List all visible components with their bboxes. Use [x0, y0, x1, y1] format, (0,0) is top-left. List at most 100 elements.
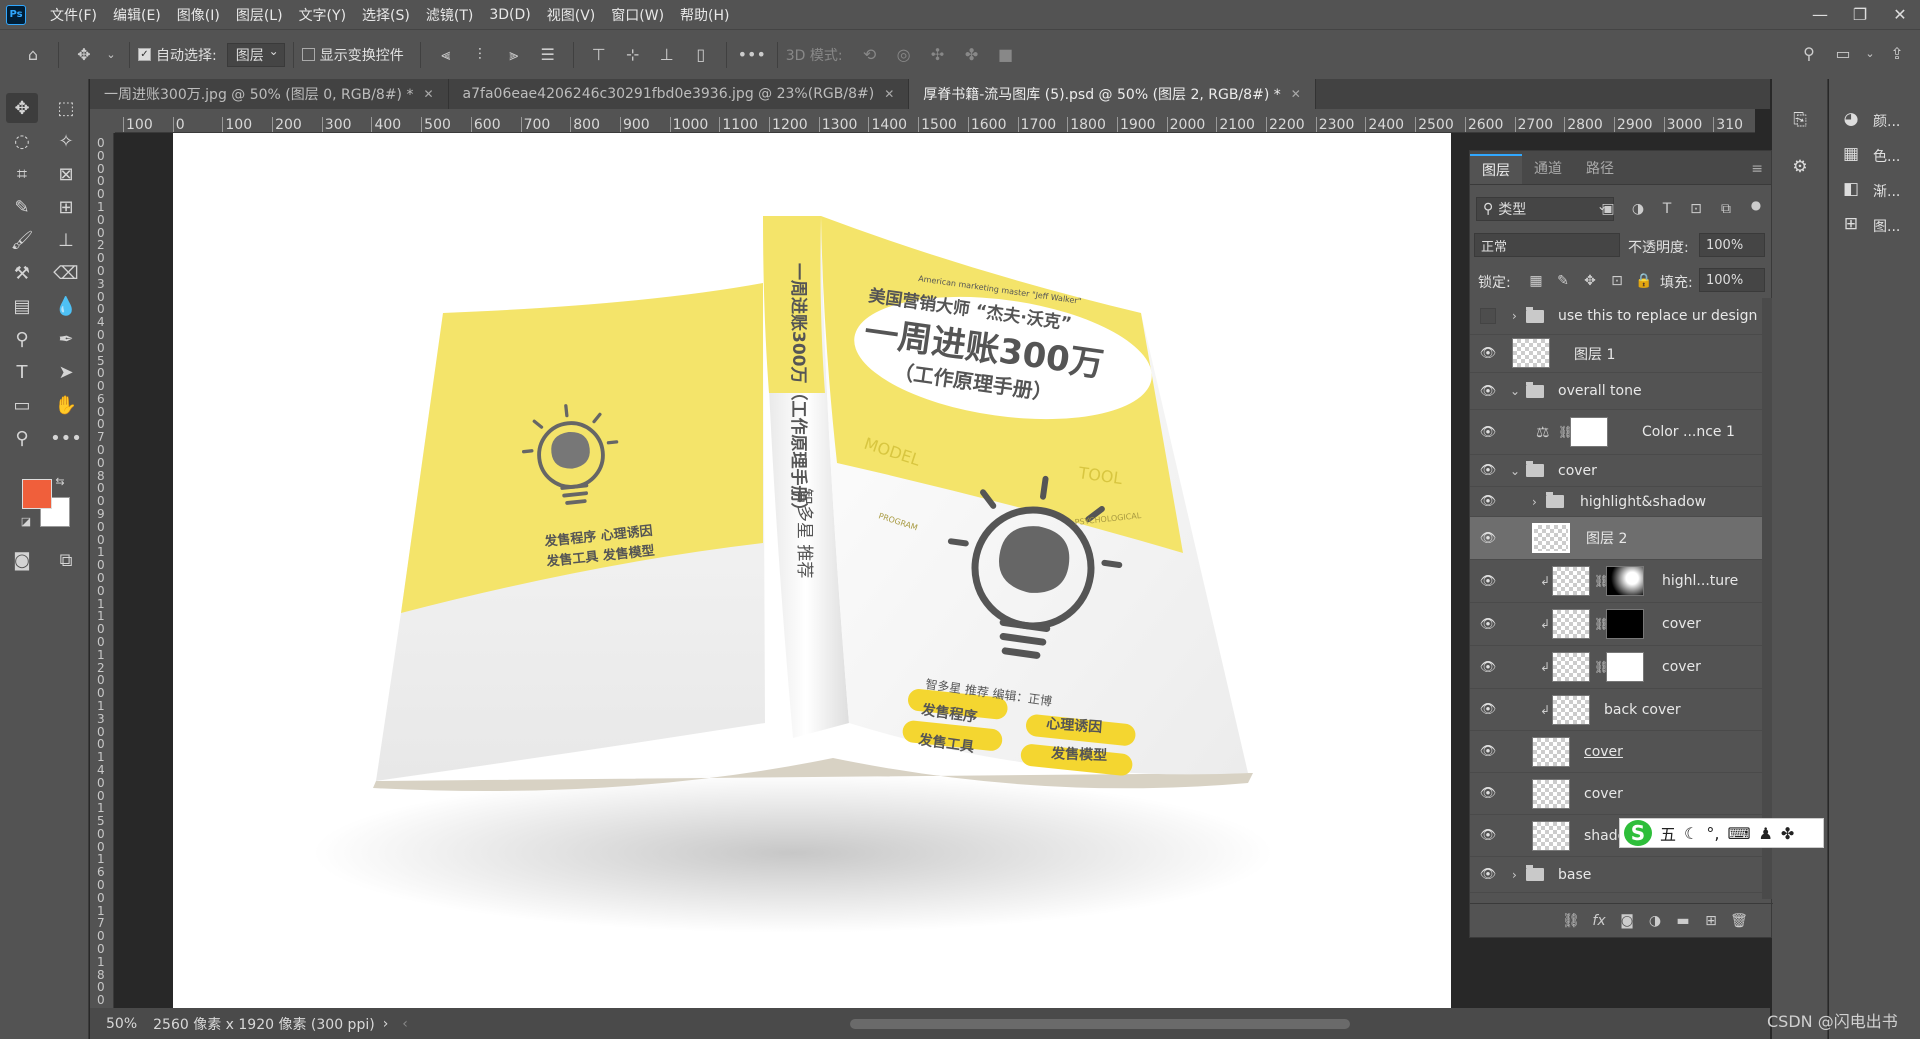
link-icon[interactable]: ⛓	[1557, 910, 1585, 932]
tab-layers[interactable]: 图层	[1470, 154, 1522, 184]
layer-row[interactable]: 👁 ⌄ overall tone	[1470, 373, 1762, 410]
menu-type[interactable]: 文字(Y)	[291, 5, 354, 25]
patterns-panel-icon[interactable]: ⊞	[1837, 210, 1865, 238]
photoshop-logo[interactable]: Ps	[6, 4, 26, 25]
group-icon[interactable]: ▬	[1669, 910, 1697, 932]
chevron-right-icon[interactable]: ›	[1512, 309, 1517, 323]
menu-help[interactable]: 帮助(H)	[672, 5, 737, 25]
new-layer-icon[interactable]: ⊞	[1697, 910, 1725, 932]
foreground-color-swatch[interactable]	[22, 479, 52, 509]
orbit-3d-icon[interactable]: ⟲	[857, 42, 883, 68]
filter-shape-icon[interactable]: ⊡	[1686, 199, 1706, 219]
close-icon[interactable]: ✕	[884, 87, 894, 101]
layer-row[interactable]: 👁 图层 1	[1470, 335, 1762, 373]
scroll-left-icon[interactable]: ‹	[402, 1016, 408, 1032]
restore-button[interactable]: ❐	[1840, 0, 1880, 29]
type-tool-icon[interactable]: T	[6, 357, 38, 387]
auto-select-dropdown[interactable]: 图层	[226, 42, 285, 67]
zoom-tool-icon[interactable]: ⚲	[6, 423, 38, 453]
fill-input[interactable]: 100%	[1699, 268, 1765, 292]
color-panel-label[interactable]: 颜...	[1873, 111, 1900, 131]
eye-icon[interactable]: 👁	[1478, 492, 1498, 512]
search-icon[interactable]: ⚲	[1796, 40, 1822, 66]
lock-position-icon[interactable]: ✥	[1580, 271, 1600, 291]
move-tool-icon[interactable]: ✥	[71, 42, 97, 68]
move-tool-icon[interactable]: ✥	[6, 93, 38, 123]
horizontal-ruler[interactable]: 100 0 100 200 300 400 500 600 700 800 900 1000 1100 1…	[115, 109, 1755, 133]
blend-mode-dropdown[interactable]: 正常	[1474, 233, 1620, 257]
rectangle-tool-icon[interactable]: ▭	[6, 390, 38, 420]
chevron-right-icon[interactable]: ›	[1512, 868, 1517, 882]
marquee-tool-icon[interactable]: ⬚	[50, 93, 82, 123]
layer-row[interactable]: 👁 cover	[1470, 773, 1762, 815]
layer-row[interactable]: 👁 ↲ ⛓ cover	[1470, 646, 1762, 689]
menu-image[interactable]: 图像(I)	[169, 5, 228, 25]
screen-mode-icon[interactable]: ⧉	[50, 545, 82, 575]
swatches-panel-label[interactable]: 色...	[1873, 146, 1900, 166]
align-bottom-icon[interactable]: ⊥	[654, 42, 680, 68]
eye-icon[interactable]: 👁	[1478, 614, 1498, 634]
lock-all-icon[interactable]: 🔒	[1634, 271, 1654, 291]
chevron-down-icon[interactable]: ⌄	[1864, 40, 1876, 66]
layer-row[interactable]: 👁 ⌄ cover	[1470, 455, 1762, 487]
menu-select[interactable]: 选择(S)	[354, 5, 418, 25]
close-icon[interactable]: ✕	[423, 87, 433, 101]
eye-icon[interactable]: 👁	[1478, 571, 1498, 591]
distribute-v-icon[interactable]: ▯	[688, 42, 714, 68]
eye-icon[interactable]: 👁	[1478, 742, 1498, 762]
layer-row[interactable]: 👁 › base	[1470, 857, 1762, 893]
lock-image-icon[interactable]: ✎	[1553, 271, 1573, 291]
ime-mode[interactable]: 五	[1660, 821, 1676, 845]
eraser-tool-icon[interactable]: ⌫	[50, 258, 82, 288]
auto-select-checkbox[interactable]: ✓	[138, 48, 151, 61]
close-button[interactable]: ✕	[1880, 0, 1920, 29]
close-icon[interactable]: ✕	[1291, 87, 1301, 101]
tab-document-1[interactable]: 一周进账300万.jpg @ 50% (图层 0, RGB/8#) * ✕	[90, 79, 449, 109]
lock-transparent-icon[interactable]: ▦	[1526, 271, 1546, 291]
tab-paths[interactable]: 路径	[1574, 154, 1626, 184]
eye-icon[interactable]: 👁	[1478, 700, 1498, 720]
chevron-down-icon[interactable]: ⌄	[105, 42, 117, 68]
eye-icon[interactable]: 👁	[1478, 826, 1498, 846]
menu-filter[interactable]: 滤镜(T)	[418, 5, 481, 25]
hand-tool-icon[interactable]: ✋	[50, 390, 82, 420]
minimize-button[interactable]: —	[1800, 0, 1840, 29]
fx-icon[interactable]: fx	[1585, 910, 1613, 932]
path-select-tool-icon[interactable]: ➤	[50, 357, 82, 387]
layer-row[interactable]: 👁 ⚖ ⛓ Color ...nce 1	[1470, 410, 1762, 455]
magic-wand-tool-icon[interactable]: ✧	[50, 126, 82, 156]
history-panel-icon[interactable]: ⎘	[1786, 106, 1814, 134]
gradient-tool-icon[interactable]: ▤	[6, 291, 38, 321]
trash-icon[interactable]: 🗑	[1725, 910, 1753, 932]
frame-tool-icon[interactable]: ⊠	[50, 159, 82, 189]
horizontal-scrollbar[interactable]	[850, 1019, 1350, 1029]
user-icon[interactable]: ♟	[1759, 824, 1773, 843]
menu-3d[interactable]: 3D(D)	[481, 7, 538, 23]
eye-icon[interactable]: 👁	[1478, 657, 1498, 677]
adjustment-icon[interactable]: ◑	[1641, 910, 1669, 932]
quick-mask-icon[interactable]: ◙	[6, 545, 38, 575]
eye-icon[interactable]: 👁	[1478, 461, 1498, 481]
chevron-right-icon[interactable]: ›	[1532, 495, 1537, 509]
layer-row[interactable]: 👁 ↲ ⛓ highl...ture	[1470, 560, 1762, 603]
filter-type-icon[interactable]: T	[1657, 199, 1677, 219]
panel-menu-icon[interactable]: ≡	[1743, 154, 1771, 184]
color-panel-icon[interactable]: ◕	[1837, 105, 1865, 133]
menu-edit[interactable]: 编辑(E)	[105, 5, 169, 25]
home-icon[interactable]: ⌂	[20, 42, 46, 68]
document-size[interactable]: 2560 像素 x 1920 像素 (300 ppi)	[153, 1014, 375, 1034]
filter-toggle-icon[interactable]: ●	[1746, 195, 1766, 215]
eye-icon[interactable]: 👁	[1478, 422, 1498, 442]
punctuation-icon[interactable]: °,	[1706, 824, 1719, 843]
workspace-icon[interactable]: ▭	[1830, 40, 1856, 66]
align-middle-v-icon[interactable]: ⊹	[620, 42, 646, 68]
filter-smart-object-icon[interactable]: ⧉	[1716, 199, 1736, 219]
blur-tool-icon[interactable]: 💧	[50, 291, 82, 321]
layer-row-selected[interactable]: 👁 图层 2	[1470, 517, 1762, 560]
crop-tool-icon[interactable]: ⌗	[6, 159, 38, 189]
edit-toolbar-icon[interactable]: •••	[50, 423, 82, 453]
keyboard-icon[interactable]: ⌨	[1727, 824, 1750, 843]
default-colors-icon[interactable]: ◪	[18, 513, 34, 529]
eyedropper-tool-icon[interactable]: ✎	[6, 192, 38, 222]
dodge-tool-icon[interactable]: ⚲	[6, 324, 38, 354]
